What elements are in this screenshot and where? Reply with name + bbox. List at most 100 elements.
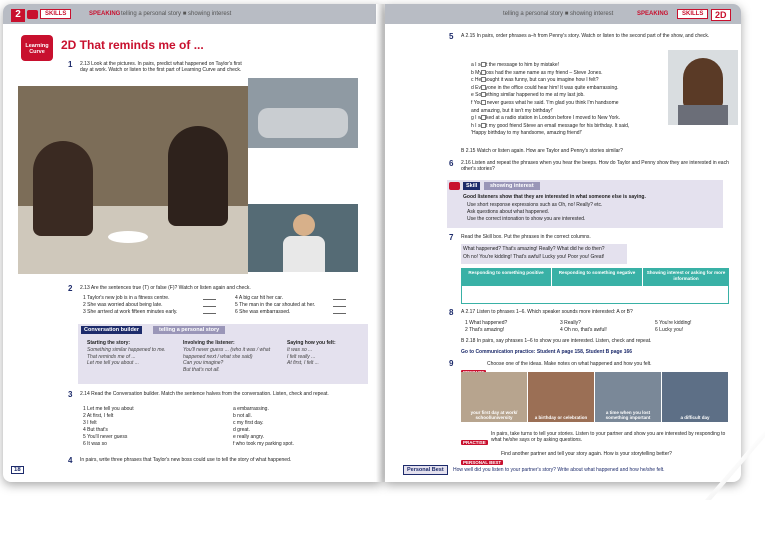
true-false-item: 1 Taylor's new job is in a fitness centr… [83,295,170,301]
order-box[interactable] [481,84,486,90]
exercise-4-number: 4 [68,456,73,465]
answer-line[interactable] [203,295,216,300]
exercise-9-text: Choose one of the ideas. Make notes on w… [487,361,652,367]
exercise-2-number: 2 [68,284,73,293]
exercise-8-number: 8 [449,308,454,317]
answer-line[interactable] [203,309,216,314]
sentence-start: 3 I felt [83,420,97,426]
sentence-start: 4 But that's [83,427,108,433]
sentence-end: a embarrassing. [233,406,269,412]
order-box[interactable] [481,92,486,98]
caption-3: a time when you lost something important [605,410,651,420]
caption-4: a difficult day [680,415,710,420]
cb-column-head: Involving the listener: [183,340,235,346]
cb-title: telling a personal story [153,326,226,334]
col-negative: Responding to something negative [552,268,642,286]
story-phrase: 'Happy birthday to my handsome, amazing … [471,130,582,137]
cb-phrase: You'll never guess ... (who it was / wha… [183,347,271,353]
order-box[interactable] [481,77,486,83]
idea-photo-3: a time when you lost something important [595,372,661,422]
idea-photo-2: a birthday or celebration [528,372,594,422]
order-box[interactable] [481,122,486,128]
cb-phrase: Can you imagine? [183,360,224,366]
exercise-7-number: 7 [449,233,454,242]
unit-number: 2 [11,9,25,22]
caption-1: your first day at work/ school/universit… [470,410,518,420]
header-subtitle: telling a personal story ■ showing inter… [121,11,232,17]
sentence-start: 5 You'll never guess [83,434,128,440]
cb-column-head: Saying how you felt: [287,340,336,346]
story-phrase: f You'll never guess what he said. 'I'm … [471,100,619,106]
col-interest: Showing interest or asking for more info… [643,268,729,286]
cb-label: Conversation builder [81,326,143,334]
exercise-9-number: 9 [449,359,454,368]
cb-phrase: But that's not all. [183,366,220,373]
cb-phrase: Let me tell you about ... [87,360,139,366]
exercise-5-number: 5 [449,32,454,41]
page-number: 18 [11,466,24,474]
exercise-7-text: Read the Skill box. Put the phrases in t… [461,234,591,240]
skills-badge-right: SKILLS [677,9,709,19]
skills-badge: SKILLS [40,9,72,19]
sentence-start: 2 At first, I felt [83,413,114,419]
practise-label: PRACTISE [461,440,488,445]
exercise-2-text: 2.13 Are the sentences true (T) or false… [80,285,251,291]
cb-phrase: At first, I felt ... [287,360,319,366]
penny-photo [668,50,738,125]
exercise-5-text: A 2.15 In pairs, order phrases a–h from … [461,33,710,39]
sentence-end: e really angry. [233,434,265,440]
cb-phrase: happened next / what she said) [183,353,253,360]
story-phrase: g I worked at a radio station in London … [471,115,620,122]
sentence-end: d great. [233,427,250,433]
communication-practice-link[interactable]: Go to Communication practice: Student A … [461,349,632,355]
sentence-end: c my first day. [233,420,264,426]
listening-item: 3 Really? [560,320,581,326]
right-page: telling a personal story ■ showing inter… [385,4,741,482]
skill-intro: Good listeners show that they are intere… [463,194,646,200]
story-phrase: d Everyone in the office could hear him!… [471,84,619,91]
cb-phrase: It was so ... [287,347,313,353]
speaking-label: SPEAKING [89,11,121,17]
story-phrase: c He thought it was funny, but can you i… [471,77,599,84]
sentence-end: f who took my parking spot. [233,441,294,447]
personal-best-label: PERSONAL BEST [461,460,504,465]
car-photo [248,78,358,148]
exercise-6-text: 2.16 Listen and repeat the phrases when … [461,160,729,173]
exercise-6-number: 6 [449,159,454,168]
exercise-8-text: A 2.17 Listen to phrases 1–6. Which spea… [461,309,633,315]
sentence-end: b not all. [233,413,252,419]
true-false-item: 6 She was embarrassed. [235,309,291,315]
header-subtitle-right: telling a personal story ■ showing inter… [503,11,614,17]
true-false-item: 3 She arrived at work fifteen minutes ea… [83,309,178,315]
order-box[interactable] [481,62,486,67]
listening-item: 4 Oh no, that's awful! [560,327,607,333]
order-box[interactable] [481,115,486,121]
answer-line[interactable] [333,309,346,314]
order-box[interactable] [481,100,486,105]
sentence-start: 1 Let me tell you about [83,406,134,412]
answer-line[interactable] [203,302,216,307]
personal-best-box: Personal Best [403,465,448,475]
speaking-label-right: SPEAKING [637,11,669,17]
exercise-3-number: 3 [68,390,73,399]
listening-item: 1 What happened? [465,320,508,326]
exercise-8b: B 2.18 In pairs, say phrases 1–6 to show… [461,338,652,344]
skill-bullet: Use the correct intonation to show you a… [467,216,586,222]
story-phrase: h I sent my good friend Steve an email m… [471,122,630,129]
cb-phrase: I felt really ... [287,353,316,360]
answer-line[interactable] [333,295,346,300]
true-false-item: 2 She was worried about being late. [83,302,163,308]
exercise-1-text: 2.13 Look at the pictures. In pairs, pre… [80,61,242,74]
exercise-5b: B 2.15 Watch or listen again. How are Ta… [461,148,623,154]
skill-label: Skill [463,182,481,190]
cb-column-head: Starting the story: [87,340,131,346]
unit-code: 2D [711,9,731,21]
listening-item: 5 You're kidding! [655,320,692,326]
answer-line[interactable] [333,302,346,307]
order-box[interactable] [481,69,486,75]
story-phrase: and amazing, but it isn't my birthday!' [471,107,553,114]
pencil-icon [449,182,460,190]
man-photo [248,204,358,272]
cb-phrase: Something similar happened to me. [87,347,166,353]
personal-best-text: How well did you listen to your partner'… [453,467,665,473]
